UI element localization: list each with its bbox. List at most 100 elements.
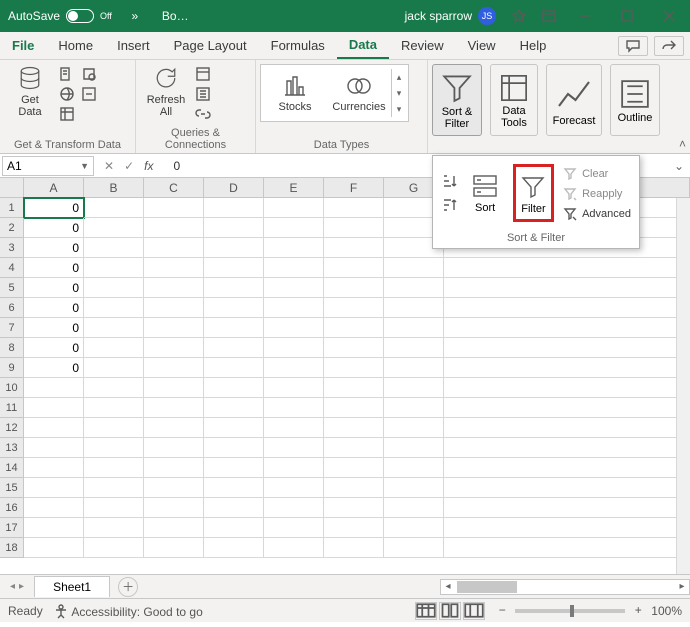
autosave-toggle[interactable]: AutoSave Off (0, 9, 120, 23)
tab-formulas[interactable]: Formulas (259, 32, 337, 59)
tab-insert[interactable]: Insert (105, 32, 162, 59)
cell[interactable] (204, 518, 264, 538)
cell[interactable] (384, 338, 444, 358)
cell[interactable] (84, 518, 144, 538)
close-button[interactable] (648, 0, 690, 32)
data-types-gallery[interactable]: Stocks Currencies ▴▾▾ (260, 64, 409, 122)
cell[interactable] (204, 278, 264, 298)
cell[interactable] (144, 538, 204, 558)
cell[interactable] (84, 398, 144, 418)
cell[interactable] (84, 498, 144, 518)
cell[interactable] (84, 378, 144, 398)
cell[interactable] (264, 398, 324, 418)
zoom-in-button[interactable]: + (631, 604, 645, 618)
cell[interactable] (84, 538, 144, 558)
cell[interactable] (444, 258, 690, 278)
comments-button[interactable] (618, 36, 648, 56)
tab-data[interactable]: Data (337, 32, 389, 59)
cell[interactable] (264, 258, 324, 278)
collapse-ribbon-icon[interactable]: ˄ (679, 137, 686, 151)
cell[interactable] (324, 278, 384, 298)
row-header[interactable]: 8 (0, 338, 24, 358)
cell[interactable] (384, 538, 444, 558)
normal-view-button[interactable] (415, 602, 437, 620)
cell[interactable] (384, 418, 444, 438)
cell[interactable] (264, 418, 324, 438)
row-header[interactable]: 15 (0, 478, 24, 498)
cell[interactable] (324, 318, 384, 338)
cell[interactable]: 0 (24, 218, 84, 238)
cell[interactable] (204, 498, 264, 518)
cell[interactable] (444, 418, 690, 438)
cell[interactable] (264, 478, 324, 498)
cell[interactable] (324, 238, 384, 258)
qat-overflow[interactable]: » (120, 0, 150, 32)
tab-file[interactable]: File (0, 32, 46, 59)
sort-filter-button[interactable]: Sort & Filter (432, 64, 482, 136)
cell[interactable] (144, 338, 204, 358)
cell[interactable] (204, 378, 264, 398)
cell[interactable] (324, 538, 384, 558)
cell[interactable] (84, 338, 144, 358)
vertical-scrollbar[interactable] (676, 198, 690, 574)
queries-pane-icon[interactable] (195, 66, 211, 82)
cell[interactable] (444, 338, 690, 358)
from-web-icon[interactable] (59, 86, 75, 102)
cell[interactable] (144, 238, 204, 258)
cell[interactable] (324, 458, 384, 478)
cell[interactable] (84, 318, 144, 338)
row-header[interactable]: 1 (0, 198, 24, 218)
cell[interactable] (24, 418, 84, 438)
row-header[interactable]: 12 (0, 418, 24, 438)
cell[interactable] (144, 498, 204, 518)
col-header[interactable]: A (24, 178, 84, 198)
cell[interactable] (24, 438, 84, 458)
cell[interactable] (24, 538, 84, 558)
cell[interactable] (144, 458, 204, 478)
cell[interactable] (144, 518, 204, 538)
cell[interactable] (324, 358, 384, 378)
cell[interactable] (84, 478, 144, 498)
cell[interactable] (264, 498, 324, 518)
recent-sources-icon[interactable] (81, 66, 97, 82)
cell[interactable] (384, 398, 444, 418)
cell[interactable] (264, 198, 324, 218)
data-tools-button[interactable]: Data Tools (490, 64, 538, 136)
maximize-button[interactable] (606, 0, 648, 32)
cell[interactable] (324, 258, 384, 278)
cell-a1[interactable]: 0 (24, 198, 84, 218)
cell[interactable] (324, 498, 384, 518)
accessibility-status[interactable]: Accessibility: Good to go (53, 603, 203, 619)
cell[interactable] (144, 398, 204, 418)
cell[interactable] (384, 478, 444, 498)
row-header[interactable]: 18 (0, 538, 24, 558)
row-header[interactable]: 3 (0, 238, 24, 258)
page-layout-view-button[interactable] (439, 602, 461, 620)
cell[interactable] (324, 438, 384, 458)
cell[interactable] (24, 498, 84, 518)
cell[interactable] (324, 378, 384, 398)
zoom-slider[interactable] (515, 609, 625, 613)
cell[interactable] (384, 378, 444, 398)
cell[interactable] (444, 398, 690, 418)
row-header[interactable]: 16 (0, 498, 24, 518)
cell[interactable]: 0 (24, 318, 84, 338)
cell[interactable] (84, 458, 144, 478)
currencies-type[interactable]: Currencies (327, 73, 391, 113)
row-header[interactable]: 7 (0, 318, 24, 338)
cancel-icon[interactable]: ✕ (104, 159, 114, 173)
get-data-button[interactable]: Get Data (4, 64, 56, 118)
cell[interactable] (204, 398, 264, 418)
cell[interactable] (264, 238, 324, 258)
cell[interactable] (264, 298, 324, 318)
cell[interactable] (444, 278, 690, 298)
cell[interactable] (384, 358, 444, 378)
expand-formula-bar[interactable]: ⌄ (668, 159, 690, 173)
sheet-nav[interactable]: ◂▸ (0, 581, 34, 592)
cell[interactable] (384, 518, 444, 538)
tab-home[interactable]: Home (46, 32, 105, 59)
cell[interactable] (84, 238, 144, 258)
reapply-filter-button[interactable]: Reapply (562, 186, 631, 202)
document-name[interactable]: Bo… (150, 9, 201, 23)
col-header[interactable]: C (144, 178, 204, 198)
